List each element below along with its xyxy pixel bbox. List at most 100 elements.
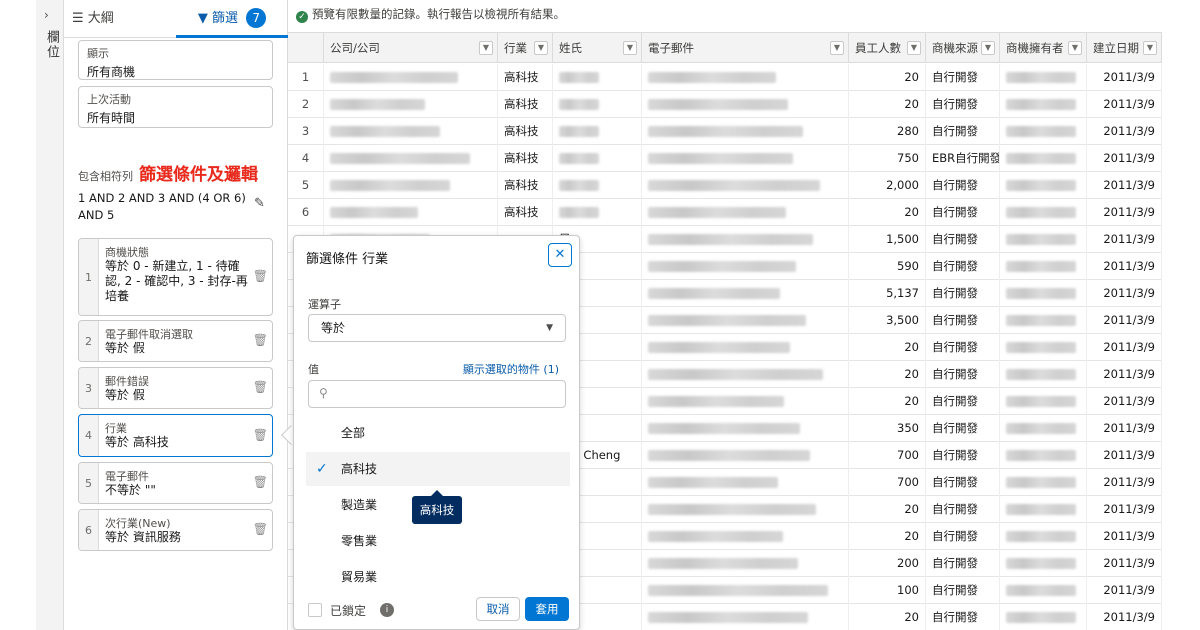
redacted-value bbox=[1006, 369, 1076, 380]
table-row[interactable]: 1 高科技 20 自行開發 2011/3/9 bbox=[288, 64, 1162, 91]
cell-email bbox=[642, 388, 849, 415]
apply-button[interactable]: 套用 bbox=[525, 597, 569, 621]
table-row[interactable]: 6 高科技 20 自行開發 2011/3/9 bbox=[288, 199, 1162, 226]
locked-checkbox[interactable] bbox=[308, 603, 322, 617]
cell-employees: 280 bbox=[849, 118, 926, 145]
cell-lead-source: 自行開發 bbox=[926, 388, 1000, 415]
column-header[interactable]: 公司/公司 ▼ bbox=[324, 33, 498, 63]
redacted-value bbox=[1006, 396, 1076, 407]
table-row[interactable]: 3 高科技 280 自行開發 2011/3/9 bbox=[288, 118, 1162, 145]
table-row[interactable]: 4 高科技 750 EBR自行開發 2011/3/9 bbox=[288, 145, 1162, 172]
redacted-value bbox=[648, 477, 778, 488]
cell-owner bbox=[1000, 604, 1087, 630]
cell-email bbox=[642, 577, 849, 604]
column-header[interactable]: 商機擁有者 ▼ bbox=[1000, 33, 1087, 63]
chevron-down-icon[interactable]: ▼ bbox=[623, 41, 637, 55]
trash-icon[interactable]: 🗑 bbox=[253, 475, 268, 489]
cell-employees: 2,000 bbox=[849, 172, 926, 199]
tab-outline[interactable]: ☰ 大綱 bbox=[72, 0, 172, 38]
operator-select[interactable]: 等於 ▼ bbox=[308, 314, 566, 342]
row-index: 1 bbox=[288, 64, 324, 91]
value-search-input[interactable]: ⚲ bbox=[308, 380, 566, 408]
chevron-down-icon[interactable]: ▼ bbox=[907, 41, 921, 55]
redacted-value bbox=[648, 234, 813, 245]
trash-icon[interactable]: 🗑 bbox=[253, 380, 268, 394]
cell-owner bbox=[1000, 280, 1087, 307]
column-header[interactable]: 行業 ▼ bbox=[498, 33, 553, 63]
show-filter[interactable]: 顯示 所有商機 bbox=[78, 40, 273, 80]
cell-email bbox=[642, 253, 849, 280]
close-icon[interactable]: ✕ bbox=[548, 243, 572, 267]
cell-employees: 350 bbox=[849, 415, 926, 442]
cell-lead-source: 自行開發 bbox=[926, 226, 1000, 253]
locked-label: 已鎖定 bbox=[330, 604, 367, 618]
option-item[interactable]: 零售業 bbox=[306, 524, 570, 558]
cell-lead-source: 自行開發 bbox=[926, 334, 1000, 361]
column-header-label: 姓氏 bbox=[559, 41, 582, 55]
cell-lead-source: 自行開發 bbox=[926, 469, 1000, 496]
option-item[interactable]: 全部 bbox=[306, 416, 570, 450]
redacted-value bbox=[648, 288, 780, 299]
info-icon[interactable]: i bbox=[380, 603, 394, 617]
filter-value: 等於 高科技 bbox=[105, 435, 169, 449]
redacted-value bbox=[648, 207, 786, 218]
column-header-label: 商機擁有者 bbox=[1006, 41, 1064, 55]
cell-owner bbox=[1000, 442, 1087, 469]
option-label: 貿易業 bbox=[341, 570, 378, 584]
cell-employees: 20 bbox=[849, 523, 926, 550]
trash-icon[interactable]: 🗑 bbox=[253, 428, 268, 442]
column-header[interactable]: 員工人數 ▼ bbox=[849, 33, 926, 63]
column-header[interactable]: 電子郵件 ▼ bbox=[642, 33, 849, 63]
filter-card[interactable]: 6 次行業(New) 等於 資訊服務 🗑 bbox=[78, 509, 273, 551]
filter-card[interactable]: 2 電子郵件取消選取 等於 假 🗑 bbox=[78, 320, 273, 362]
show-filter-value: 所有商機 bbox=[87, 65, 136, 79]
column-header-label: 行業 bbox=[504, 41, 527, 55]
option-item-selected[interactable]: ✓ 高科技 bbox=[306, 452, 570, 486]
show-selected-link[interactable]: 顯示選取的物件 (1) bbox=[463, 361, 559, 377]
trash-icon[interactable]: 🗑 bbox=[253, 333, 268, 347]
chevron-down-icon[interactable]: ▼ bbox=[1143, 41, 1157, 55]
column-header[interactable]: 商機來源 ▼ bbox=[926, 33, 1000, 63]
option-item[interactable]: 貿易業 bbox=[306, 560, 570, 594]
cell-owner bbox=[1000, 577, 1087, 604]
trash-icon[interactable]: 🗑 bbox=[253, 522, 268, 536]
activity-filter[interactable]: 上次活動 所有時間 bbox=[78, 86, 273, 128]
row-index: 6 bbox=[288, 199, 324, 226]
filter-card[interactable]: 3 郵件錯誤 等於 假 🗑 bbox=[78, 367, 273, 409]
cell-lead-source: EBR自行開發 bbox=[926, 145, 1000, 172]
filter-logic-prefix: 包含相符列 bbox=[78, 170, 133, 183]
cell-employees: 20 bbox=[849, 388, 926, 415]
column-header[interactable]: 建立日期 ▼ bbox=[1087, 33, 1162, 63]
fields-rail[interactable]: › 欄位 bbox=[36, 0, 64, 630]
cell-lead-source: 自行開發 bbox=[926, 415, 1000, 442]
table-row[interactable]: 5 高科技 2,000 自行開發 2011/3/9 bbox=[288, 172, 1162, 199]
chevron-down-icon[interactable]: ▼ bbox=[1068, 41, 1082, 55]
edit-pencil-icon[interactable]: ✎ bbox=[254, 196, 265, 211]
chevron-right-icon[interactable]: › bbox=[44, 8, 49, 22]
chevron-down-icon[interactable]: ▼ bbox=[534, 41, 548, 55]
redacted-value bbox=[1006, 612, 1076, 623]
chevron-down-icon[interactable]: ▼ bbox=[830, 41, 844, 55]
chevron-down-icon[interactable]: ▼ bbox=[479, 41, 493, 55]
table-row[interactable]: 2 高科技 20 自行開發 2011/3/9 bbox=[288, 91, 1162, 118]
cell-lead-source: 自行開發 bbox=[926, 64, 1000, 91]
cell-email bbox=[642, 199, 849, 226]
redacted-value bbox=[1006, 558, 1076, 569]
column-header-label: 公司/公司 bbox=[330, 41, 380, 55]
filter-panel: ☰ 大綱 ▼ 篩選 7 顯示 所有商機 上次活動 所有時間 包含相符列 篩選條件及… bbox=[64, 0, 288, 630]
redacted-value bbox=[1006, 423, 1076, 434]
column-header[interactable]: 姓氏 ▼ bbox=[553, 33, 642, 63]
chevron-down-icon[interactable]: ▼ bbox=[981, 41, 995, 55]
cell-created-date: 2011/3/9 bbox=[1087, 91, 1162, 118]
trash-icon[interactable]: 🗑 bbox=[253, 269, 268, 283]
cell-created-date: 2011/3/9 bbox=[1087, 550, 1162, 577]
filter-card[interactable]: 1 商機狀態 等於 0 - 新建立, 1 - 待確認, 2 - 確認中, 3 -… bbox=[78, 238, 273, 316]
redacted-value bbox=[648, 369, 823, 380]
filter-card-active[interactable]: 4 行業 等於 高科技 🗑 bbox=[78, 414, 273, 457]
redacted-value bbox=[648, 180, 820, 191]
cancel-button[interactable]: 取消 bbox=[476, 597, 520, 621]
cell-company bbox=[324, 64, 498, 91]
filter-card[interactable]: 5 電子郵件 不等於 "" 🗑 bbox=[78, 462, 273, 504]
cell-owner bbox=[1000, 469, 1087, 496]
tab-filters[interactable]: ▼ 篩選 7 bbox=[176, 0, 288, 38]
